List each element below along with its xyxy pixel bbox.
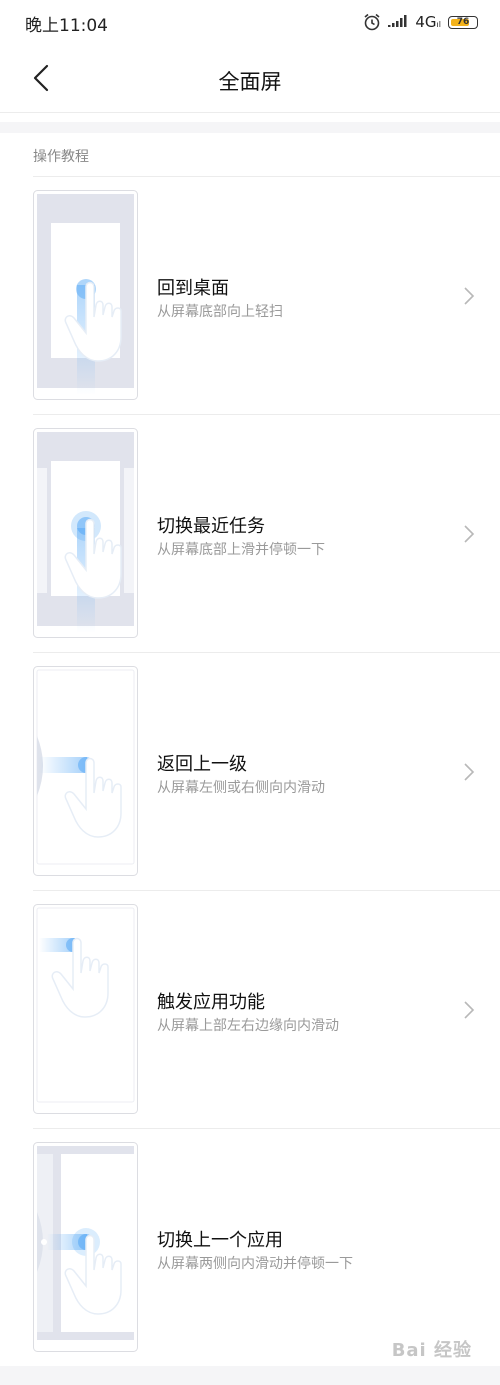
item-subtitle: 从屏幕两侧向内滑动并停顿一下	[157, 1256, 353, 1272]
tutorial-item-recent-tasks[interactable]: 切换最近任务 从屏幕底部上滑并停顿一下	[0, 415, 500, 653]
alarm-icon	[364, 13, 380, 31]
gesture-previous-app-illustration	[33, 1142, 138, 1352]
item-subtitle: 从屏幕左侧或右侧向内滑动	[157, 780, 325, 796]
tutorial-item-previous-app[interactable]: 切换上一个应用 从屏幕两侧向内滑动并停顿一下	[0, 1129, 500, 1367]
item-title: 回到桌面	[157, 278, 229, 299]
bottom-strip	[0, 1366, 500, 1385]
tutorial-item-app-function[interactable]: 触发应用功能 从屏幕上部左右边缘向内滑动	[0, 891, 500, 1129]
gesture-app-function-illustration	[33, 904, 138, 1114]
gesture-back-illustration	[33, 666, 138, 876]
item-title: 切换最近任务	[157, 516, 265, 537]
gesture-recents-illustration	[33, 428, 138, 638]
status-icons: 4Gıl 76	[363, 11, 478, 33]
item-title: 触发应用功能	[157, 992, 265, 1013]
status-time: 晚上11:04	[25, 16, 108, 36]
item-subtitle: 从屏幕上部左右边缘向内滑动	[157, 1018, 339, 1034]
signal-icon	[388, 15, 407, 27]
back-button[interactable]	[28, 62, 58, 94]
chevron-left-icon	[33, 64, 49, 92]
tutorial-list: 回到桌面 从屏幕底部向上轻扫 切换最近任务 从屏幕底部上滑并停顿一下 返回上一级…	[0, 177, 500, 1367]
chevron-right-icon	[464, 287, 475, 305]
battery-percent: 76	[456, 17, 470, 27]
chevron-right-icon	[464, 763, 475, 781]
gesture-home-illustration	[33, 190, 138, 400]
tutorial-item-home[interactable]: 回到桌面 从屏幕底部向上轻扫	[0, 177, 500, 415]
item-title: 切换上一个应用	[157, 1230, 283, 1251]
battery-icon: 76	[448, 15, 478, 29]
chevron-right-icon	[464, 1001, 475, 1019]
chevron-right-icon	[464, 525, 475, 543]
network-type: 4Gıl	[415, 13, 441, 31]
page-title: 全面屏	[218, 70, 282, 94]
watermark: Bai 经验	[391, 1340, 472, 1361]
item-title: 返回上一级	[157, 754, 247, 775]
tutorial-item-back[interactable]: 返回上一级 从屏幕左侧或右侧向内滑动	[0, 653, 500, 891]
section-gap	[0, 122, 500, 133]
status-bar: 晚上11:04 4Gıl 76	[0, 0, 500, 44]
app-header: 全面屏	[0, 44, 500, 113]
item-subtitle: 从屏幕底部向上轻扫	[157, 304, 283, 320]
item-subtitle: 从屏幕底部上滑并停顿一下	[157, 542, 325, 558]
section-header: 操作教程	[33, 149, 89, 165]
